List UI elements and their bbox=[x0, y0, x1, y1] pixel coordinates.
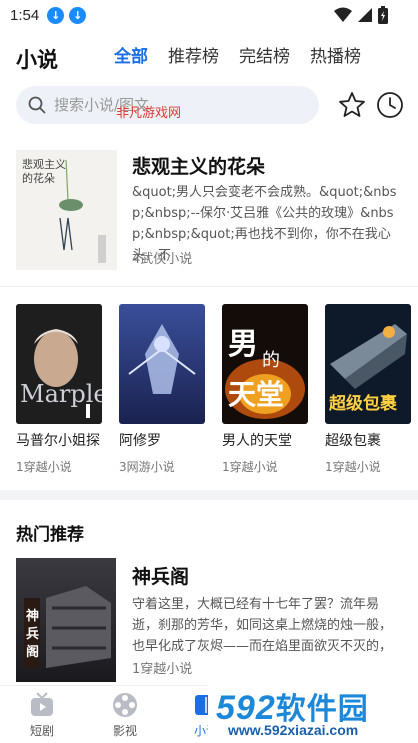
search-icon bbox=[28, 96, 46, 114]
page-title: 小说 bbox=[16, 48, 58, 72]
book-title: 超级包裹 bbox=[325, 433, 381, 449]
nav-video[interactable]: 影视 bbox=[95, 692, 155, 739]
book-category: 3网游小说 bbox=[119, 460, 175, 474]
nav-label: 影视 bbox=[112, 724, 137, 738]
book-cover: Marple bbox=[16, 304, 102, 424]
hot-book-item[interactable]: 神 兵 阁 神兵阁 守着这里，大概已经有十七年了罢？流年易逝，刹那的芳华，如同这… bbox=[16, 558, 418, 682]
book-title: 男人的天堂 bbox=[222, 433, 292, 449]
nav-label: 短剧 bbox=[29, 724, 54, 738]
book-category: 1穿越小说 bbox=[325, 460, 381, 474]
featured-book[interactable]: 悲观主义 的花朵 悲观主义的花朵 &quot;男人只会变老不会成熟。&quot;… bbox=[16, 150, 418, 274]
hot-book-title: 神兵阁 bbox=[132, 566, 190, 588]
svg-text:兵: 兵 bbox=[26, 626, 39, 642]
watermark-text: 非凡游戏网 bbox=[116, 106, 182, 121]
book-cover: 超级包裹 bbox=[325, 304, 411, 424]
status-bar: 1:54 ↓ ↓ bbox=[0, 0, 418, 30]
svg-text:的花朵: 的花朵 bbox=[22, 171, 55, 185]
film-reel-icon bbox=[113, 693, 137, 717]
book-category: 1穿越小说 bbox=[16, 460, 72, 474]
featured-book-category: 4武侠小说 bbox=[132, 252, 193, 267]
wifi-icon bbox=[334, 7, 352, 22]
status-time: 1:54 bbox=[10, 6, 40, 24]
tab-recommended[interactable]: 推荐榜 bbox=[168, 42, 219, 67]
book-cover bbox=[119, 304, 205, 424]
section-separator bbox=[0, 490, 418, 500]
tab-completed[interactable]: 完结榜 bbox=[239, 42, 290, 67]
section-title-hot: 热门推荐 bbox=[16, 525, 84, 545]
svg-text:天堂: 天堂 bbox=[228, 378, 284, 411]
short-drama-icon bbox=[31, 692, 53, 716]
download-notification-icon: ↓ bbox=[69, 6, 87, 24]
category-tabs: 全部 推荐榜 完结榜 热播榜 bbox=[114, 42, 361, 67]
site-watermark: 592软件园 www.592xiazai.com bbox=[208, 680, 418, 743]
svg-text:男: 男 bbox=[228, 327, 258, 362]
book-card[interactable]: 超级包裹 超级包裹 1穿越小说 bbox=[325, 304, 411, 475]
svg-text:神: 神 bbox=[26, 608, 39, 624]
hot-book-description: 守着这里，大概已经有十七年了罢？流年易逝，刹那的芳华，如同这桌上燃烧的烛一般，也… bbox=[132, 597, 393, 654]
featured-book-cover: 悲观主义 的花朵 bbox=[16, 150, 117, 270]
book-card[interactable]: 男 的 天堂 男人的天堂 1穿越小说 bbox=[222, 304, 308, 475]
divider bbox=[0, 286, 418, 287]
hot-book-cover: 神 兵 阁 bbox=[16, 558, 116, 682]
svg-text:悲观主义: 悲观主义 bbox=[22, 157, 66, 171]
featured-book-title: 悲观主义的花朵 bbox=[132, 156, 266, 178]
book-category: 1穿越小说 bbox=[222, 460, 278, 474]
watermark-url: www.592xiazai.com bbox=[228, 722, 359, 738]
download-notification-icon: ↓ bbox=[47, 6, 65, 24]
svg-text:阁: 阁 bbox=[26, 644, 39, 660]
signal-icon bbox=[358, 8, 372, 22]
battery-icon bbox=[378, 6, 388, 24]
tab-all[interactable]: 全部 bbox=[114, 42, 148, 67]
book-title: 马普尔小姐探 bbox=[16, 433, 100, 449]
history-clock-icon[interactable] bbox=[376, 91, 404, 119]
svg-text:Marple: Marple bbox=[20, 380, 102, 408]
book-card[interactable]: Marple 马普尔小姐探 1穿越小说 bbox=[16, 304, 102, 475]
book-list: Marple 马普尔小姐探 1穿越小说 阿修罗 3网游小说 男 的 天堂 男人的… bbox=[16, 304, 411, 475]
tab-popular[interactable]: 热播榜 bbox=[310, 42, 361, 67]
hot-book-category: 1穿越小说 bbox=[132, 662, 193, 677]
book-cover: 男 的 天堂 bbox=[222, 304, 308, 424]
svg-text:超级包裹: 超级包裹 bbox=[329, 393, 398, 414]
book-card[interactable]: 阿修罗 3网游小说 bbox=[119, 304, 205, 475]
nav-short-drama[interactable]: 短剧 bbox=[12, 692, 72, 739]
favorites-star-icon[interactable] bbox=[338, 91, 366, 119]
svg-text:的: 的 bbox=[262, 350, 280, 371]
book-title: 阿修罗 bbox=[119, 433, 161, 449]
status-icons bbox=[334, 6, 388, 24]
